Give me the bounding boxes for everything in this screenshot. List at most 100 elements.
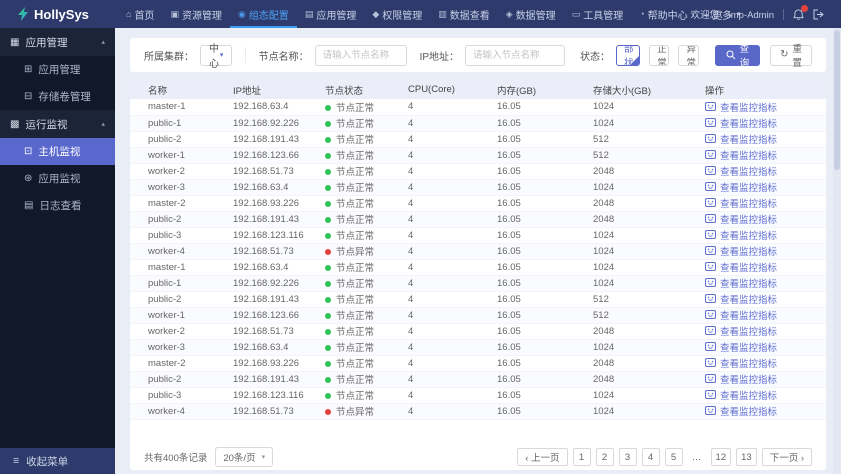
- view-metrics-link[interactable]: 查看监控指标: [705, 196, 777, 210]
- page-3-button[interactable]: 3: [618, 448, 637, 466]
- reset-button-label: 重置: [792, 44, 802, 69]
- sidebar-group-label: 运行监视: [25, 118, 68, 131]
- view-metrics-link[interactable]: 查看监控指标: [705, 212, 777, 226]
- nav-item-help[interactable]: ◔ 帮助中心: [631, 0, 695, 28]
- view-metrics-link[interactable]: 查看监控指标: [705, 276, 777, 290]
- page-2-button[interactable]: 2: [595, 448, 614, 466]
- view-metrics-link[interactable]: 查看监控指标: [705, 164, 777, 178]
- sidebar-group-run-monitor[interactable]: ▩ 运行监视 ▴: [0, 110, 115, 138]
- page-prev-button[interactable]: ‹ 上一页: [517, 448, 568, 466]
- node-name-input[interactable]: [314, 44, 407, 66]
- sidebar-item-storage-volume[interactable]: ⊟ 存储卷管理: [0, 83, 115, 110]
- cell-memory: 16.05: [479, 211, 575, 228]
- status-filter-all-button[interactable]: 全部状态: [616, 44, 641, 66]
- view-metrics-link[interactable]: 查看监控指标: [705, 244, 777, 258]
- cluster-label: 所属集群：: [144, 51, 194, 63]
- nav-item-data-mgmt[interactable]: ◈ 数据管理: [498, 0, 564, 28]
- cell-cpu: 4: [390, 403, 479, 420]
- tools-monitor-icon: ▭: [571, 8, 581, 19]
- cell-status: 节点正常: [307, 275, 390, 292]
- view-metrics-link[interactable]: 查看监控指标: [705, 148, 777, 162]
- status-dot: [325, 281, 331, 288]
- cell-cpu: 4: [390, 323, 479, 340]
- nav-item-resource[interactable]: ▣ 资源管理: [162, 0, 230, 28]
- view-metrics-link[interactable]: 查看监控指标: [705, 100, 777, 114]
- table-row: master-1 192.168.63.4 节点正常 4 16.05 1024 查看监控指标: [130, 99, 826, 116]
- status-text: 节点正常: [336, 183, 375, 194]
- chevron-up-icon: ▴: [101, 121, 105, 128]
- nav-item-data-view[interactable]: ▥ 数据查看: [430, 0, 498, 28]
- cell-cpu: 4: [390, 355, 479, 372]
- view-metrics-link[interactable]: 查看监控指标: [705, 356, 777, 370]
- page-12-button[interactable]: 12: [710, 448, 732, 466]
- view-metrics-link[interactable]: 查看监控指标: [705, 308, 777, 322]
- monitor-icon: [705, 118, 716, 128]
- sidebar-item-log-view[interactable]: ▤ 日志查看: [0, 192, 115, 219]
- table-row: worker-4 192.168.51.73 节点异常 4 16.05 1024 查看监控指…: [130, 243, 826, 260]
- page-5-button[interactable]: 5: [664, 448, 683, 466]
- pagination-pages: ‹ 上一页 1 2 3 4 5… 12 13 下一页 ›: [512, 448, 812, 466]
- nav-item-config[interactable]: ◉ 组态配置: [229, 0, 297, 28]
- sidebar-item-app-monitor[interactable]: ⊛ 应用监视: [0, 165, 115, 192]
- status-dot: [325, 105, 331, 112]
- page-1-button[interactable]: 1: [572, 448, 591, 466]
- sidebar-item-app-manage[interactable]: ⊞ 应用管理: [0, 56, 115, 83]
- view-metrics-link[interactable]: 查看监控指标: [705, 292, 777, 306]
- nav-item-tools[interactable]: ▭ 工具管理: [564, 0, 632, 28]
- page-13-button[interactable]: 13: [736, 448, 757, 466]
- page-next-button[interactable]: 下一页 ›: [761, 448, 812, 466]
- view-metrics-link[interactable]: 查看监控指标: [705, 132, 777, 146]
- sidebar-item-host-monitor[interactable]: ⊡ 主机监视: [0, 138, 115, 165]
- host-table: 名称 IP地址 节点状态 CPU(Core) 内存(GB) 存储大小(GB) 操作 mast…: [130, 80, 826, 420]
- scrollbar-thumb[interactable]: [834, 30, 840, 170]
- cell-name: master-1: [130, 259, 215, 276]
- cell-ip: 192.168.63.4: [215, 339, 307, 356]
- cell-action: 查看监控指标: [687, 227, 826, 244]
- ip-input[interactable]: [465, 44, 566, 66]
- cell-status: 节点正常: [307, 163, 390, 180]
- view-metrics-link[interactable]: 查看监控指标: [705, 324, 777, 338]
- nav-item-app[interactable]: ▤ 应用管理: [297, 0, 365, 28]
- sidebar-group-app-mgmt[interactable]: ▦ 应用管理 ▴: [0, 28, 115, 56]
- nav-item-permission[interactable]: ◆ 权限管理: [364, 0, 430, 28]
- cell-name: public-2: [130, 291, 215, 308]
- cell-cpu: 4: [390, 387, 479, 404]
- view-metrics-link[interactable]: 查看监控指标: [705, 340, 777, 354]
- cell-memory: 16.05: [479, 291, 575, 308]
- status-text: 节点正常: [336, 375, 375, 386]
- ip-label: IP地址：: [419, 51, 460, 63]
- reset-button[interactable]: ↻ 重置: [770, 44, 812, 69]
- status-filter-normal-button[interactable]: 正常: [649, 44, 670, 66]
- cluster-select[interactable]: 中心 ▾: [200, 44, 233, 70]
- cell-cpu: 4: [390, 275, 479, 292]
- collapse-menu-label: 收起菜单: [26, 455, 69, 468]
- nav-item-home[interactable]: ⌂ 首页: [118, 0, 162, 28]
- view-metrics-link[interactable]: 查看监控指标: [705, 260, 777, 274]
- collapse-menu-button[interactable]: ≡ 收起菜单: [0, 448, 115, 474]
- page-4-button[interactable]: 4: [641, 448, 660, 466]
- logout-icon[interactable]: [813, 9, 825, 20]
- table-row: public-1 192.168.92.226 节点正常 4 16.05 1024 查看监控…: [130, 275, 826, 292]
- page-scrollbar[interactable]: [833, 28, 841, 474]
- notifications-bell-icon[interactable]: [793, 4, 808, 21]
- cell-storage: 1024: [575, 339, 687, 356]
- cell-status: 节点正常: [307, 115, 390, 132]
- status-text: 节点正常: [336, 199, 375, 210]
- sidebar-item-label: 存储卷管理: [38, 91, 91, 103]
- table-row: public-1 192.168.92.226 节点正常 4 16.05 1024 查看监控…: [130, 115, 826, 132]
- cell-name: master-1: [130, 99, 215, 116]
- view-metrics-link[interactable]: 查看监控指标: [705, 404, 777, 418]
- cell-name: public-3: [130, 387, 215, 404]
- page-size-select[interactable]: 20条/页 ▾: [215, 447, 274, 467]
- pagination-left: 共有400条记录 20条/页 ▾: [144, 447, 274, 467]
- view-metrics-link[interactable]: 查看监控指标: [705, 372, 777, 386]
- view-metrics-link[interactable]: 查看监控指标: [705, 180, 777, 194]
- status-filter-abnormal-button[interactable]: 异常: [678, 44, 699, 66]
- search-button[interactable]: 查询: [714, 44, 761, 69]
- cell-ip: 192.168.51.73: [215, 163, 307, 180]
- view-metrics-link[interactable]: 查看监控指标: [705, 388, 777, 402]
- cell-status: 节点正常: [307, 355, 390, 372]
- view-metrics-link[interactable]: 查看监控指标: [705, 228, 777, 242]
- cell-status: 节点正常: [307, 371, 390, 388]
- view-metrics-link[interactable]: 查看监控指标: [705, 116, 777, 130]
